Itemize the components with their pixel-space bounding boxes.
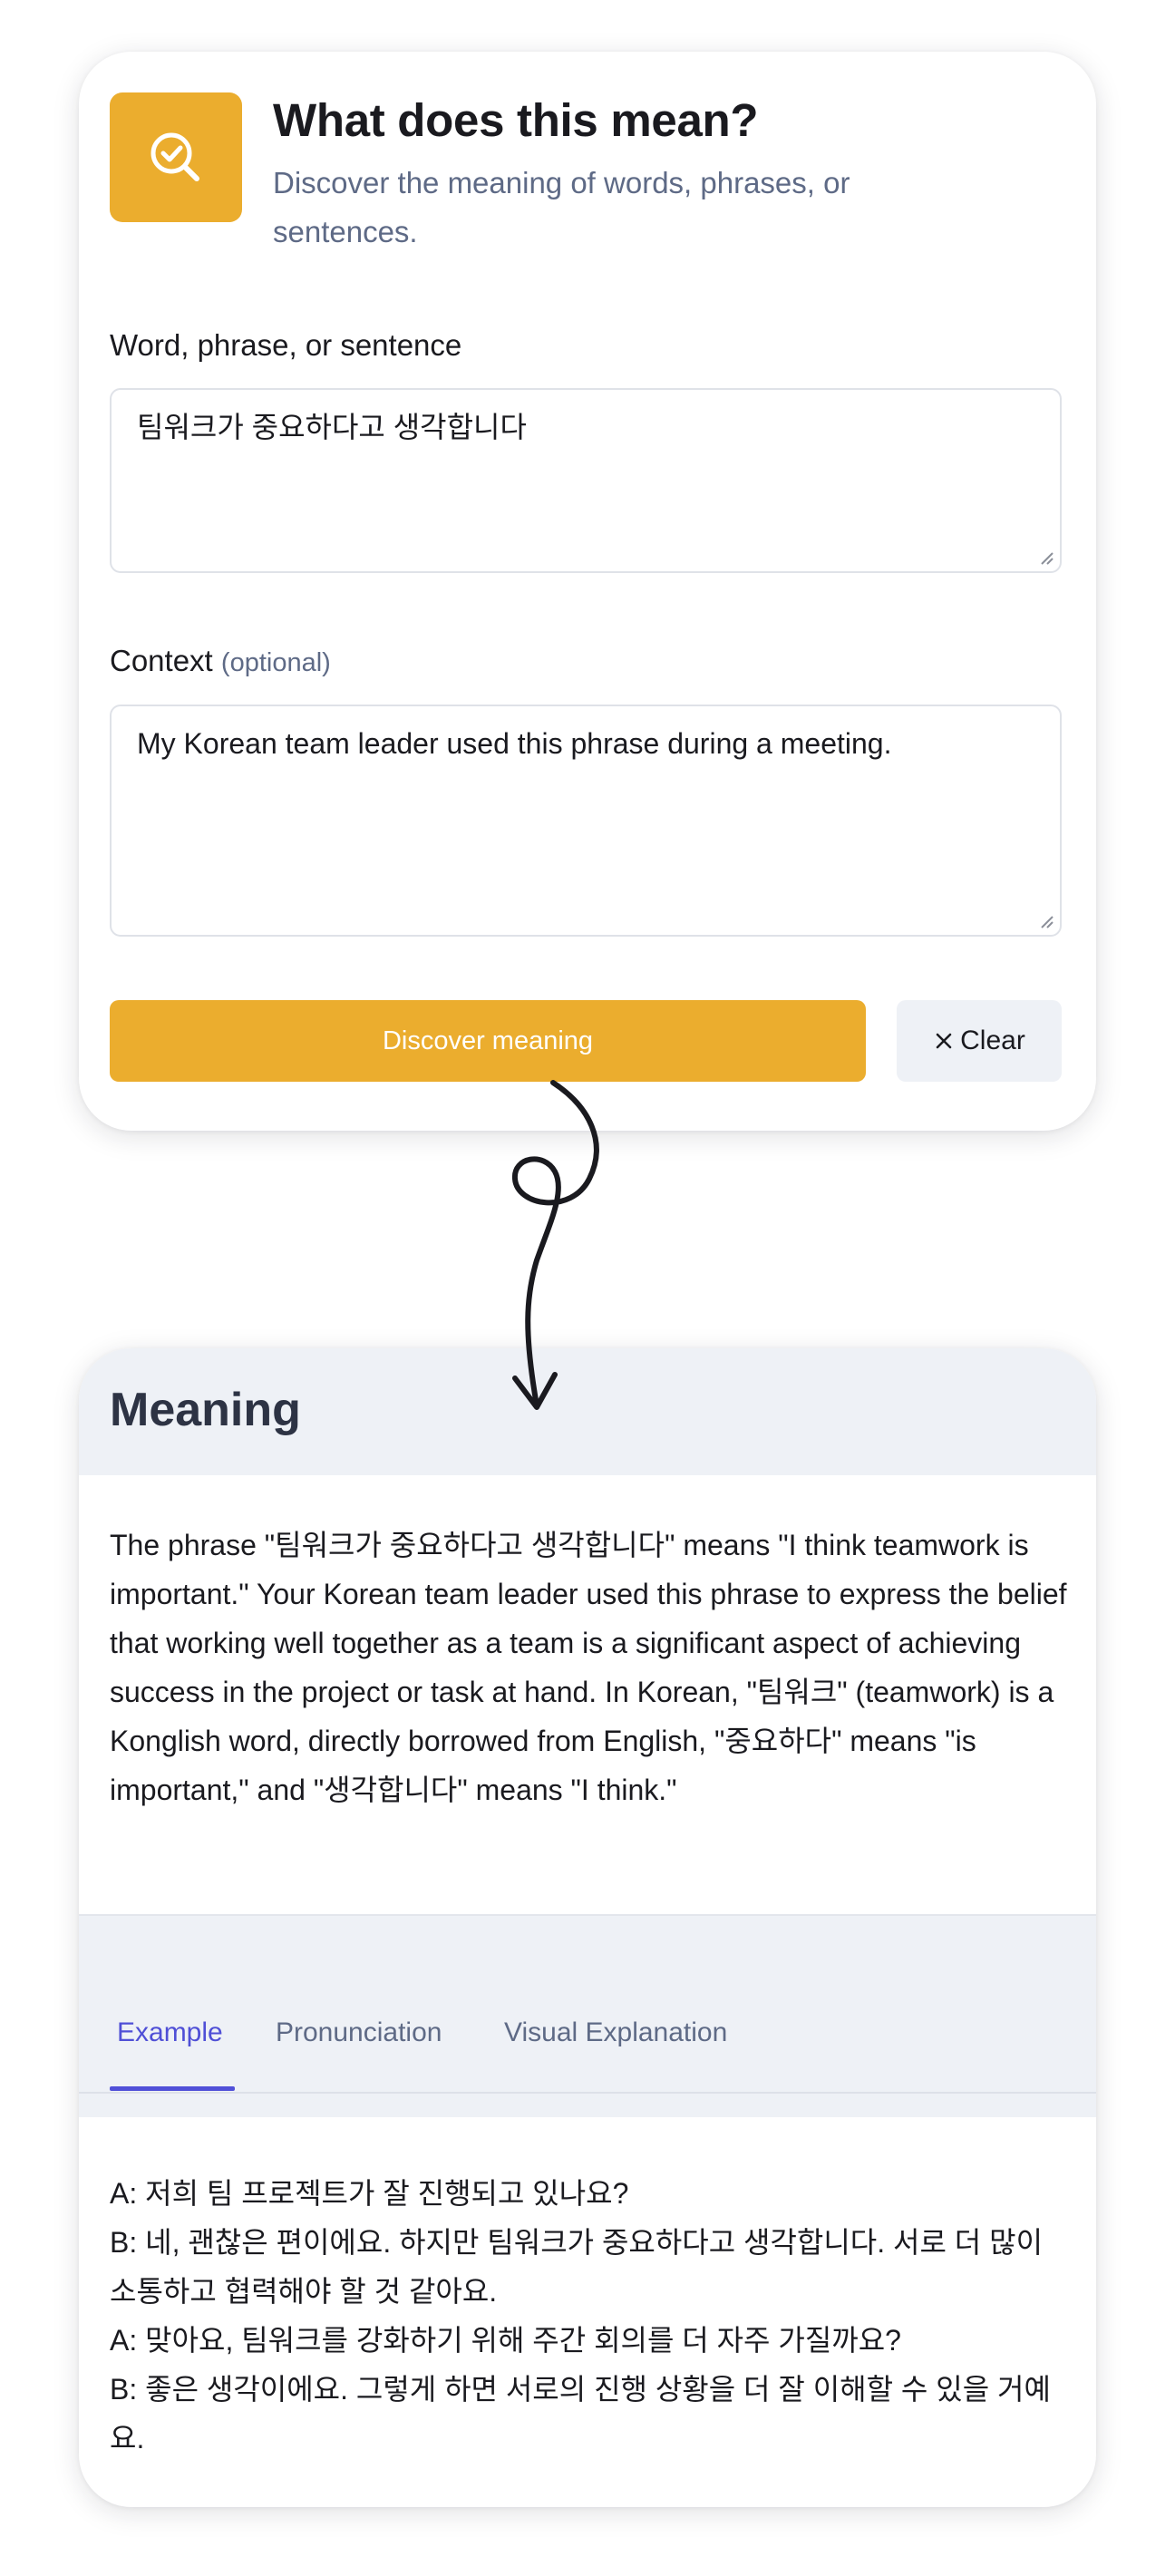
curly-arrow-icon xyxy=(512,1080,599,1410)
context-optional-hint: (optional) xyxy=(220,648,331,677)
result-card: Meaning The phrase "팀워크가 중요하다고 생각합니다" me… xyxy=(79,1348,1096,2507)
context-input-value: My Korean team leader used this phrase d… xyxy=(137,727,892,760)
context-input[interactable]: My Korean team leader used this phrase d… xyxy=(110,705,1062,937)
close-icon xyxy=(936,1033,952,1049)
page-subtitle: Discover the meaning of words, phrases, … xyxy=(273,166,850,248)
word-input-value: 팀워크가 중요하다고 생각합니다 xyxy=(137,411,527,443)
tab-pronunciation[interactable]: Pronunciation xyxy=(276,2017,442,2048)
resize-grip-icon[interactable] xyxy=(1038,549,1054,566)
page-title: What does this mean? xyxy=(273,94,759,146)
context-label-text: Context xyxy=(110,644,213,677)
clear-button-label: Clear xyxy=(960,1026,1025,1055)
result-heading: Meaning xyxy=(110,1384,301,1436)
example-dialogue: A: 저희 팀 프로젝트가 잘 진행되고 있나요? B: 네, 괜찮은 편이에요… xyxy=(110,2169,1071,2463)
dialogue-line: A: 맞아요, 팀워크를 강화하기 위해 주간 회의를 더 자주 가질까요? xyxy=(110,2324,901,2357)
context-field-label: Context (optional) xyxy=(110,644,331,678)
word-field-label: Word, phrase, or sentence xyxy=(110,328,462,362)
tabs-divider xyxy=(79,2092,1096,2094)
tab-visual-explanation[interactable]: Visual Explanation xyxy=(504,2017,727,2048)
input-card: What does this mean? Discover the meanin… xyxy=(79,52,1096,1131)
dialogue-line: B: 네, 괜찮은 편이에요. 하지만 팀워크가 중요하다고 생각합니다. 서로… xyxy=(110,2226,1044,2308)
word-input[interactable]: 팀워크가 중요하다고 생각합니다 xyxy=(110,388,1062,573)
clear-button[interactable]: Clear xyxy=(897,1000,1062,1082)
active-tab-indicator xyxy=(110,2086,235,2091)
magnifier-check-icon xyxy=(110,92,242,222)
tab-example[interactable]: Example xyxy=(117,2017,223,2048)
meaning-explanation: The phrase "팀워크가 중요하다고 생각합니다" means "I t… xyxy=(110,1529,1067,1806)
dialogue-line: B: 좋은 생각이에요. 그렇게 하면 서로의 진행 상황을 더 잘 이해할 수… xyxy=(110,2373,1051,2454)
resize-grip-icon[interactable] xyxy=(1038,913,1054,929)
dialogue-line: A: 저희 팀 프로젝트가 잘 진행되고 있나요? xyxy=(110,2177,629,2210)
